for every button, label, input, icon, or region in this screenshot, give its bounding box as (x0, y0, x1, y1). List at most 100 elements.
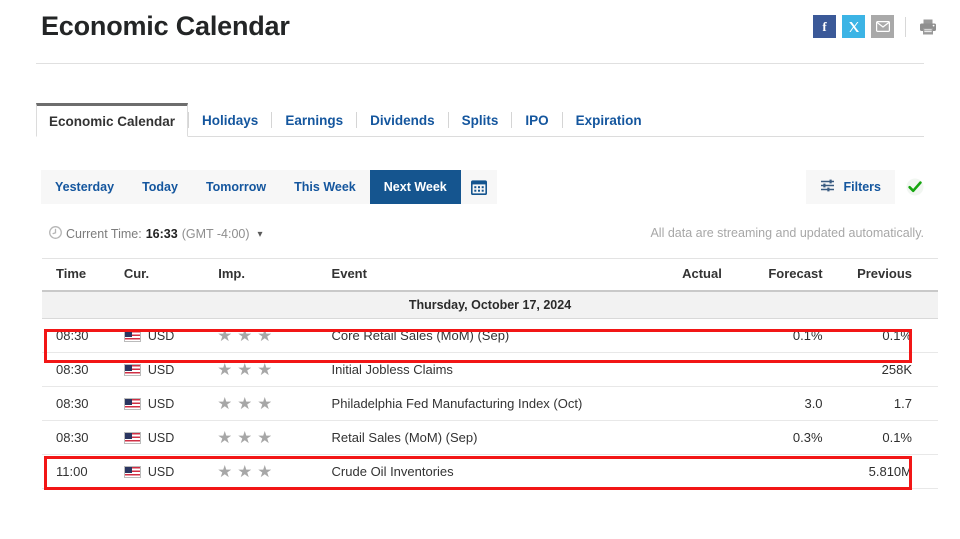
cell-currency: USD (123, 386, 219, 421)
table-head: Time Cur. Imp. Event Actual Forecast Pre… (42, 258, 938, 292)
table-row[interactable]: 08:30 USD Philadelphia Fed Manufacturing I… (42, 386, 938, 421)
facebook-share-icon[interactable]: f (813, 15, 836, 38)
green-check-icon[interactable] (906, 178, 924, 196)
currency-code: USD (147, 396, 175, 411)
current-time-label: Current Time: (66, 227, 142, 241)
cell-forecast (721, 454, 823, 489)
cell-previous: 1.7 (822, 386, 938, 421)
col-header-importance[interactable]: Imp. (218, 258, 332, 292)
cell-event[interactable]: Philadelphia Fed Manufacturing Index (Oc… (331, 386, 622, 421)
cell-event[interactable]: Crude Oil Inventories (331, 454, 622, 489)
timezone-label: (GMT -4:00) (181, 227, 250, 241)
importance-stars (218, 329, 331, 342)
cell-importance[interactable] (218, 318, 332, 353)
col-header-forecast[interactable]: Forecast (721, 258, 823, 292)
cell-event[interactable]: Core Retail Sales (MoM) (Sep) (331, 318, 622, 353)
table-row[interactable]: 08:30 USD Core Retail Sales (MoM) (Sep) 0.1… (42, 318, 938, 353)
cell-actual (621, 386, 722, 421)
table-row[interactable]: 08:30 USD Initial Jobless Claims 258K (42, 352, 938, 387)
date-filter-bar: Yesterday Today Tomorrow This Week Next Week… (41, 170, 924, 204)
sliders-icon (820, 179, 835, 195)
star-icon (218, 363, 232, 376)
range-button-yesterday[interactable]: Yesterday (41, 170, 129, 204)
star-icon (238, 363, 252, 376)
cell-importance[interactable] (218, 420, 332, 455)
col-header-event[interactable]: Event (331, 258, 622, 292)
date-range-buttons: Yesterday Today Tomorrow This Week Next Week (41, 170, 497, 204)
table-row[interactable]: 08:30 USD Retail Sales (MoM) (Sep) 0.3% 0.1% (42, 420, 938, 455)
date-header-row: Thursday, October 17, 2024 (42, 290, 938, 319)
star-icon (238, 465, 252, 478)
table-body: Thursday, October 17, 2024 08:30 USD Core R… (42, 290, 938, 489)
col-header-time[interactable]: Time (42, 258, 124, 292)
cell-actual (621, 454, 722, 489)
star-icon (258, 397, 272, 410)
cell-time: 11:00 (42, 454, 124, 489)
cell-previous: 0.1% (822, 420, 938, 455)
cell-time: 08:30 (42, 352, 124, 387)
tabs-list: Economic Calendar Holidays Earnings Dividen… (36, 103, 655, 137)
cell-currency: USD (123, 454, 219, 489)
currency-code: USD (147, 362, 175, 377)
tab-economic-calendar[interactable]: Economic Calendar (36, 103, 189, 137)
tab-ipo[interactable]: IPO (512, 103, 561, 137)
date-header-label: Thursday, October 17, 2024 (42, 290, 938, 319)
cell-event[interactable]: Retail Sales (MoM) (Sep) (331, 420, 622, 455)
us-flag-icon (123, 363, 141, 376)
cell-event[interactable]: Initial Jobless Claims (331, 352, 622, 387)
range-button-next-week[interactable]: Next Week (369, 170, 461, 204)
col-header-previous[interactable]: Previous (822, 258, 938, 292)
filters-label: Filters (843, 180, 881, 194)
chevron-down-icon[interactable]: ▾ (258, 229, 263, 240)
star-icon (238, 431, 252, 444)
range-button-today[interactable]: Today (128, 170, 192, 204)
star-icon (218, 397, 232, 410)
importance-stars (218, 465, 331, 478)
calendar-icon[interactable] (460, 170, 497, 204)
importance-stars (218, 363, 331, 376)
star-icon (258, 329, 272, 342)
col-header-currency[interactable]: Cur. (123, 258, 219, 292)
star-icon (258, 465, 272, 478)
star-icon (238, 329, 252, 342)
email-share-icon[interactable] (871, 15, 894, 38)
star-icon (258, 363, 272, 376)
cell-importance[interactable] (218, 386, 332, 421)
table-header-row: Time Cur. Imp. Event Actual Forecast Pre… (42, 258, 938, 292)
cell-time: 08:30 (42, 318, 124, 353)
cell-time: 08:30 (42, 386, 124, 421)
tab-holidays[interactable]: Holidays (189, 103, 271, 137)
tab-expiration[interactable]: Expiration (563, 103, 655, 137)
currency-code: USD (147, 430, 175, 445)
cell-importance[interactable] (218, 352, 332, 387)
filters-group: Filters (806, 170, 924, 204)
tab-dividends[interactable]: Dividends (357, 103, 448, 137)
range-button-this-week[interactable]: This Week (280, 170, 370, 204)
current-time-value: 16:33 (145, 227, 178, 241)
cell-forecast: 3.0 (721, 386, 823, 421)
toolbar-divider (905, 16, 906, 37)
cell-previous: 5.810M (822, 454, 938, 489)
economic-calendar-page: Economic Calendar f Economic Calendar Ho… (0, 0, 960, 539)
us-flag-icon (123, 397, 141, 410)
info-row: Current Time: 16:33 (GMT -4:00) ▾ All da… (41, 226, 924, 248)
us-flag-icon (123, 329, 141, 342)
cell-forecast: 0.1% (721, 318, 823, 353)
x-twitter-share-icon[interactable] (842, 15, 865, 38)
section-tabs: Economic Calendar Holidays Earnings Dividen… (36, 103, 924, 137)
cell-actual (621, 352, 722, 387)
currency-code: USD (147, 328, 175, 343)
cell-importance[interactable] (218, 454, 332, 489)
filters-button[interactable]: Filters (806, 170, 895, 204)
star-icon (258, 431, 272, 444)
current-time-block[interactable]: Current Time: 16:33 (GMT -4:00) ▾ (49, 226, 263, 242)
range-button-tomorrow[interactable]: Tomorrow (191, 170, 281, 204)
cell-previous: 258K (822, 352, 938, 387)
cell-forecast: 0.3% (721, 420, 823, 455)
table-row[interactable]: 11:00 USD Crude Oil Inventories 5.810M (42, 454, 938, 489)
tab-earnings[interactable]: Earnings (272, 103, 356, 137)
print-icon[interactable] (917, 16, 939, 38)
tab-splits[interactable]: Splits (449, 103, 512, 137)
us-flag-icon (123, 465, 141, 478)
col-header-actual[interactable]: Actual (621, 258, 722, 292)
